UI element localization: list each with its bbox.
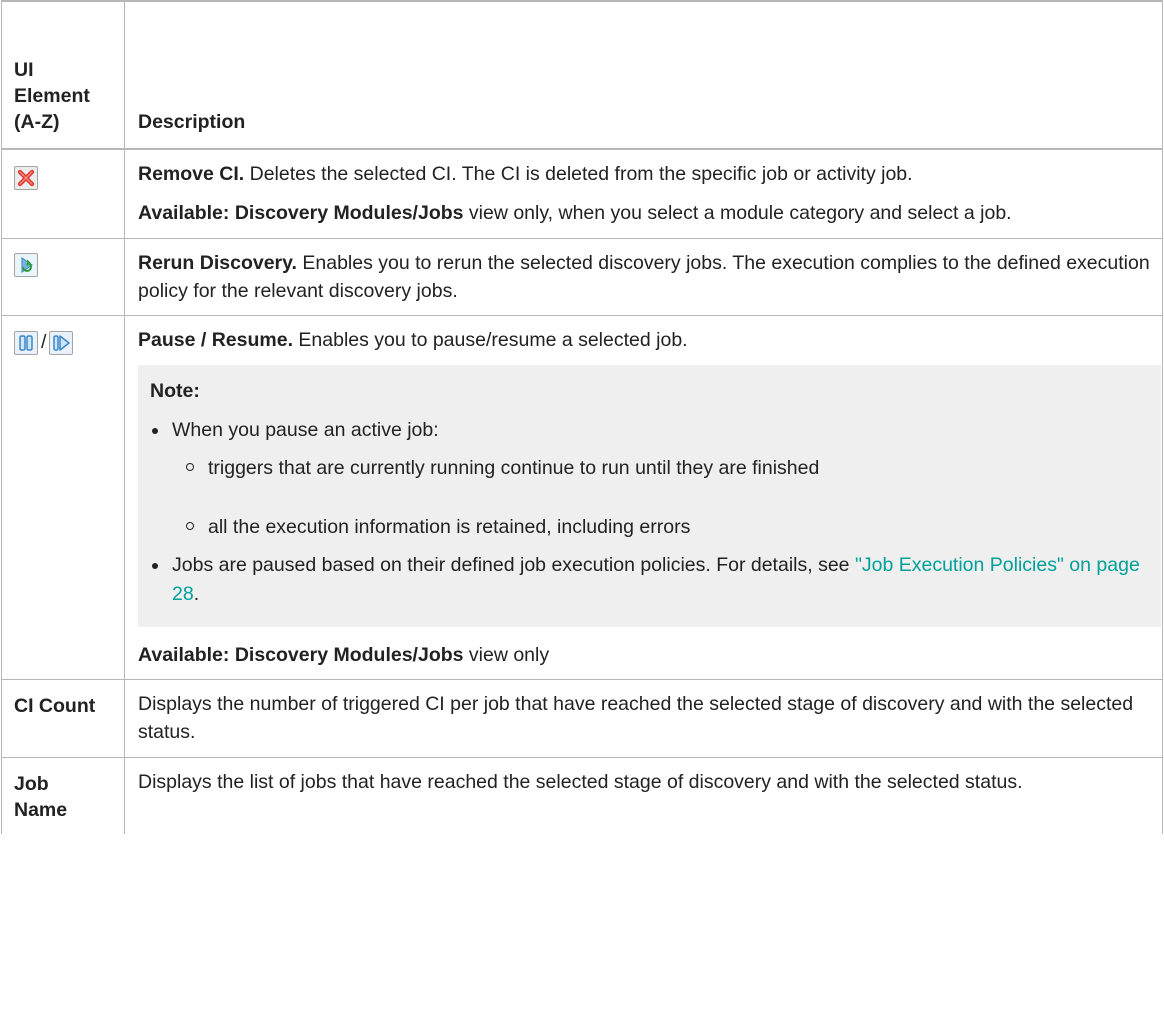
- ci-count-description: Displays the number of triggered CI per …: [138, 693, 1134, 744]
- element-cell: [1, 237, 125, 317]
- pause-resume-description: Pause / Resume. Enables you to pause/res…: [138, 326, 1150, 354]
- pause-resume-text: Enables you to pause/resume a selected j…: [293, 329, 688, 352]
- description-cell: Rerun Discovery. Enables you to rerun th…: [124, 237, 1163, 317]
- rerun-discovery-icon: [14, 253, 38, 278]
- table-header: UI Element (A-Z) Description: [1, 0, 1163, 150]
- pause-icon: [14, 331, 38, 356]
- header-description: Description: [124, 0, 1163, 150]
- element-job-name: Job Name: [1, 756, 125, 834]
- note-item-text: When you pause an active job:: [172, 418, 439, 441]
- header-ui-element-line1: UI: [14, 59, 34, 82]
- available-view: Discovery Modules/Jobs: [229, 643, 464, 666]
- table-row-ci-count: CI Count Displays the number of triggere…: [1, 679, 1163, 758]
- header-ui-element-line2: Element: [14, 85, 90, 108]
- table-row-rerun-discovery: Rerun Discovery. Enables you to rerun th…: [1, 237, 1163, 317]
- table-row-pause-resume: / Pause / Resume. Enables you to pause/r…: [1, 315, 1163, 681]
- available-label: Available:: [138, 202, 230, 225]
- note-item-pause-active: When you pause an active job: triggers t…: [152, 416, 1161, 542]
- element-cell: [1, 148, 125, 239]
- description-cell: Displays the list of jobs that have reac…: [124, 756, 1163, 834]
- job-name-line2: Name: [14, 798, 68, 821]
- header-ui-element-line3: (A-Z): [14, 111, 60, 134]
- pause-resume-title: Pause / Resume.: [138, 329, 293, 352]
- element-cell: /: [1, 315, 125, 681]
- pause-resume-icons: /: [14, 331, 74, 356]
- rerun-description: Rerun Discovery. Enables you to rerun th…: [138, 249, 1150, 306]
- description-cell: Pause / Resume. Enables you to pause/res…: [124, 315, 1163, 681]
- job-name-line1: Job: [14, 772, 49, 795]
- note-box: Note: When you pause an active job: trig…: [138, 365, 1161, 627]
- pause-resume-availability: Available: Discovery Modules/Jobs view o…: [138, 641, 1150, 669]
- available-label: Available:: [138, 643, 230, 666]
- remove-ci-description: Remove CI. Deletes the selected CI. The …: [138, 160, 1150, 188]
- note-subitem-triggers: triggers that are currently running cont…: [186, 454, 1161, 482]
- job-name-description: Displays the list of jobs that have reac…: [138, 770, 1023, 793]
- description-cell: Displays the number of triggered CI per …: [124, 679, 1163, 758]
- note-title: Note:: [150, 380, 200, 403]
- icon-separator: /: [41, 331, 47, 354]
- available-text: view only: [463, 643, 550, 666]
- available-view: Discovery Modules/Jobs: [229, 202, 464, 225]
- description-cell: Remove CI. Deletes the selected CI. The …: [124, 148, 1163, 239]
- ui-elements-table: UI Element (A-Z) Description Remove CI. …: [1, 0, 1163, 834]
- remove-ci-title: Remove CI.: [138, 163, 245, 185]
- note-policies-text: Jobs are paused based on their defined j…: [172, 554, 855, 577]
- table-row-job-name: Job Name Displays the list of jobs that …: [1, 756, 1163, 834]
- remove-ci-text: Deletes the selected CI. The CI is delet…: [244, 163, 913, 185]
- note-subitem-execution-info: all the execution information is retaine…: [186, 513, 1161, 541]
- element-ci-count: CI Count: [1, 679, 125, 758]
- rerun-title: Rerun Discovery.: [138, 251, 297, 274]
- remove-ci-availability: Available: Discovery Modules/Jobs view o…: [138, 199, 1150, 227]
- note-sublist: triggers that are currently running cont…: [172, 454, 1161, 542]
- remove-ci-icon: [14, 165, 38, 190]
- table-row-remove-ci: Remove CI. Deletes the selected CI. The …: [1, 148, 1163, 239]
- note-item-policies: Jobs are paused based on their defined j…: [152, 551, 1161, 608]
- note-period: .: [193, 582, 200, 605]
- note-list: When you pause an active job: triggers t…: [150, 416, 1161, 608]
- header-ui-element: UI Element (A-Z): [1, 0, 125, 150]
- available-text: view only, when you select a module cate…: [463, 202, 1012, 225]
- resume-icon: [49, 331, 74, 356]
